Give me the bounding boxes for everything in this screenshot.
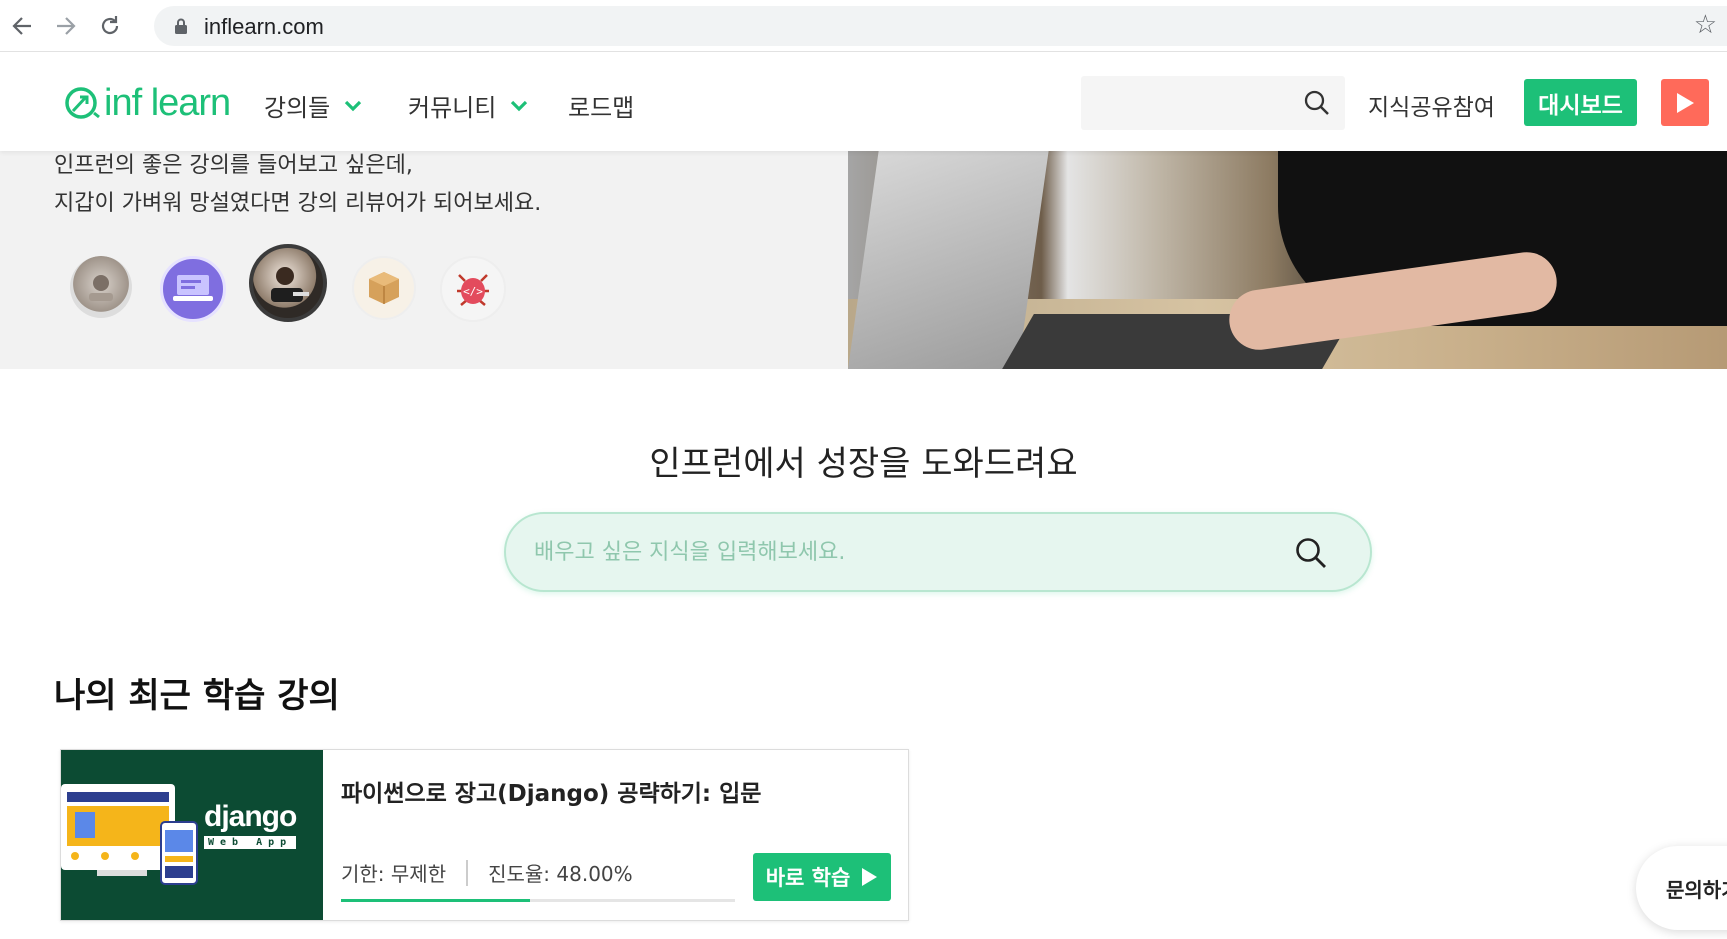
- course-title[interactable]: 파이썬으로 장고(Django) 공략하기: 입문: [341, 774, 761, 808]
- course-meta: 기한: 무제한 진도율: 48.00%: [341, 858, 633, 887]
- progress-bar: [341, 899, 735, 902]
- banner-photo: [848, 151, 1727, 369]
- start-learning-button[interactable]: 바로 학습: [753, 853, 891, 901]
- menu-community[interactable]: 커뮤니티: [408, 88, 528, 123]
- search-icon[interactable]: [1294, 536, 1328, 570]
- header-search[interactable]: [1081, 76, 1345, 130]
- reviewer-banner[interactable]: 인프런의 좋은 강의를 들어보고 싶은데, 지갑이 가벼워 망설였다면 강의 리…: [0, 151, 1727, 369]
- search-icon[interactable]: [1303, 89, 1331, 117]
- menu-label: 로드맵: [568, 94, 635, 122]
- chevron-down-icon: [511, 100, 528, 111]
- menu-roadmap[interactable]: 로드맵: [568, 88, 634, 123]
- leaf-logo-icon: [65, 87, 100, 119]
- person-reading-icon: [89, 275, 113, 301]
- avatar[interactable]: [352, 256, 416, 320]
- inquiry-button[interactable]: 문의하기: [1636, 846, 1727, 930]
- deadline-text: 기한: 무제한: [341, 862, 447, 886]
- meta-divider: [466, 859, 469, 886]
- course-card[interactable]: django Web App 파이썬으로 장고(Django) 공략하기: 입문…: [60, 749, 909, 921]
- avatar[interactable]: [160, 256, 226, 322]
- avatar[interactable]: [249, 244, 327, 322]
- thumbnail-title: django: [204, 800, 297, 833]
- lock-icon: [175, 18, 187, 34]
- progress-bar-fill: [341, 899, 531, 902]
- dashboard-button[interactable]: 대시보드: [1524, 79, 1637, 126]
- avatar[interactable]: </>: [440, 256, 506, 322]
- play-button[interactable]: [1661, 79, 1709, 126]
- svg-text:</>: </>: [463, 285, 483, 298]
- code-bug-icon: </>: [457, 274, 489, 306]
- thumbnail-subtitle: Web App: [204, 836, 297, 849]
- growth-heading: 인프런에서 성장을 도와드려요: [649, 444, 1078, 484]
- course-thumbnail[interactable]: django Web App: [61, 750, 323, 920]
- logo-text: inf learn: [104, 81, 231, 124]
- site-header: inf learn 강의들 커뮤니티 로드맵 지식공유참여 대시보드: [0, 52, 1727, 151]
- reload-icon[interactable]: [94, 10, 126, 42]
- chevron-down-icon: [345, 100, 362, 111]
- progress-text: 진도율: 48.00%: [488, 862, 633, 886]
- laptop-illustration-icon: [173, 275, 213, 301]
- back-arrow-icon[interactable]: [6, 10, 38, 42]
- menu-label: 강의들: [264, 94, 331, 122]
- menu-courses[interactable]: 강의들: [264, 88, 362, 123]
- star-icon[interactable]: ☆: [1694, 10, 1717, 40]
- play-icon: [1677, 92, 1694, 113]
- forward-arrow-icon[interactable]: [50, 10, 82, 42]
- start-learning-label: 바로 학습: [765, 866, 851, 890]
- woman-at-laptop-icon: [271, 267, 309, 302]
- recent-courses-heading: 나의 최근 학습 강의: [54, 676, 340, 716]
- play-icon: [862, 868, 878, 886]
- browser-toolbar: inflearn.com ☆: [0, 0, 1727, 52]
- banner-line-2: 지갑이 가벼워 망설였다면 강의 리뷰어가 되어보세요.: [54, 191, 542, 216]
- menu-label: 커뮤니티: [408, 94, 497, 122]
- django-thumbnail-art: [61, 784, 198, 885]
- main-search-box[interactable]: [504, 512, 1372, 592]
- box-icon: [369, 272, 399, 304]
- laptop-shape: [848, 151, 1049, 369]
- inquiry-label: 문의하기: [1666, 878, 1727, 902]
- address-bar[interactable]: inflearn.com ☆: [154, 6, 1727, 46]
- banner-line-1: 인프런의 좋은 강의를 들어보고 싶은데,: [54, 153, 413, 178]
- url-text: inflearn.com: [204, 14, 324, 39]
- main-search-input[interactable]: [534, 532, 1274, 572]
- share-knowledge-link[interactable]: 지식공유참여: [1368, 88, 1495, 122]
- avatar[interactable]: [70, 256, 132, 318]
- inflearn-logo[interactable]: inf learn: [64, 81, 231, 124]
